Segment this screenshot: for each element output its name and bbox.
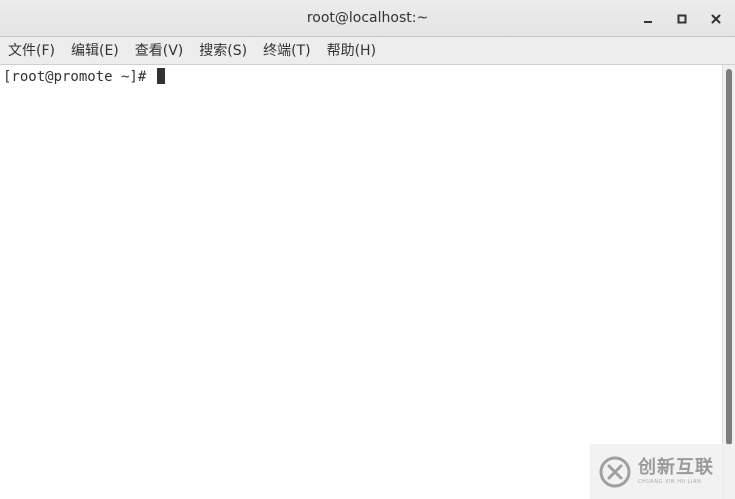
- watermark-text: 创新互联 CHUANG XIN HU LIAN: [638, 456, 714, 485]
- close-icon: [711, 14, 721, 24]
- menu-edit[interactable]: 编辑(E): [65, 37, 125, 65]
- minimize-icon: [644, 21, 652, 23]
- watermark-subtitle: CHUANG XIN HU LIAN: [638, 478, 702, 485]
- terminal-line: [root@promote ~]#: [3, 68, 165, 86]
- maximize-icon: [677, 14, 687, 24]
- title-bar[interactable]: root@localhost:~: [0, 0, 735, 37]
- watermark-name: 创新互联: [638, 456, 714, 478]
- menu-bar: 文件(F) 编辑(E) 查看(V) 搜索(S) 终端(T) 帮助(H): [0, 37, 735, 65]
- close-button[interactable]: [705, 8, 727, 30]
- window-title: root@localhost:~: [306, 10, 429, 26]
- text-cursor: [156, 68, 165, 84]
- terminal-window: root@localhost:~ 文件(F) 编辑(E) 查看(V) 搜索(S)…: [0, 0, 735, 499]
- menu-help[interactable]: 帮助(H): [321, 37, 382, 65]
- brand-logo-icon: [599, 456, 631, 487]
- menu-search[interactable]: 搜索(S): [193, 37, 253, 65]
- watermark-logo: 创新互联 CHUANG XIN HU LIAN: [590, 444, 735, 499]
- menu-terminal[interactable]: 终端(T): [257, 37, 316, 65]
- minimize-button[interactable]: [637, 8, 659, 30]
- vertical-scrollbar[interactable]: [722, 65, 735, 499]
- menu-view[interactable]: 查看(V): [129, 37, 190, 65]
- maximize-button[interactable]: [671, 8, 693, 30]
- scrollbar-thumb[interactable]: [726, 69, 732, 445]
- terminal-area[interactable]: [root@promote ~]#: [0, 65, 722, 499]
- menu-file[interactable]: 文件(F): [2, 37, 61, 65]
- shell-prompt: [root@promote ~]#: [3, 69, 155, 85]
